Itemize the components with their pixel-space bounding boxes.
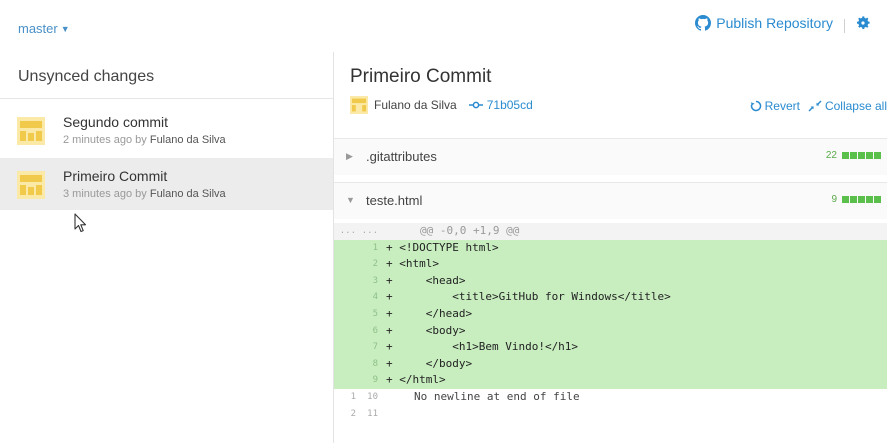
branch-selector[interactable]: master ▼	[18, 21, 70, 36]
revert-label: Revert	[764, 99, 800, 113]
branch-name: master	[18, 21, 58, 36]
mouse-cursor-icon	[74, 213, 87, 233]
revert-icon	[750, 100, 761, 112]
commit-title: Primeiro Commit	[63, 168, 168, 184]
chevron-down-icon: ▼	[346, 195, 355, 205]
change-bars	[841, 152, 881, 159]
diff-hunk-header: ...... @@ -0,0 +1,9 @@	[334, 223, 887, 240]
avatar-icon	[17, 171, 45, 199]
commit-author-line: Fulano da Silva 71b05cd	[350, 96, 533, 114]
toolbar-divider	[844, 19, 845, 33]
diff-line: 5 + </head>	[334, 305, 887, 323]
diff-line: 7 + <h1>Bem Vindo!</h1>	[334, 339, 887, 356]
chevron-down-icon: ▼	[60, 24, 70, 34]
commit-item-segundo[interactable]: Segundo commit 2 minutes ago by Fulano d…	[0, 104, 333, 156]
unsynced-heading: Unsynced changes	[18, 68, 155, 85]
divider	[0, 98, 333, 99]
commit-time: 3 minutes ago by	[63, 188, 150, 200]
collapse-all-button[interactable]: Collapse all	[808, 99, 887, 113]
chevron-right-icon: ▶	[346, 151, 353, 161]
github-icon	[695, 15, 712, 31]
file-name: teste.html	[366, 193, 423, 208]
revert-button[interactable]: Revert	[750, 99, 800, 113]
diff-line: 4 + <title>GitHub for Windows</title>	[334, 289, 887, 306]
commit-detail-author: Fulano da Silva	[374, 98, 457, 112]
file-change-count: 22	[825, 150, 837, 161]
commit-meta: 2 minutes ago by Fulano da Silva	[63, 134, 226, 146]
diff-line: 3 + <head>	[334, 272, 887, 290]
change-bars	[841, 196, 881, 203]
history-pane: Unsynced changes Segundo commit 2 minute…	[0, 52, 334, 443]
file-change-count: 9	[831, 194, 837, 205]
commit-sha: 71b05cd	[486, 98, 533, 112]
commit-detail-title: Primeiro Commit	[350, 66, 492, 87]
file-row-teste-html[interactable]: ▼ teste.html 9	[334, 182, 887, 219]
commit-title: Segundo commit	[63, 114, 169, 130]
commit-author: Fulano da Silva	[149, 134, 226, 146]
commit-detail-pane: Primeiro Commit Fulano da Silva 71b05cd …	[334, 52, 887, 443]
diff-line: 8 + </body>	[334, 355, 887, 373]
publish-repository-button[interactable]: Publish Repository	[695, 15, 833, 31]
commit-meta: 3 minutes ago by Fulano da Silva	[63, 188, 226, 200]
collapse-icon	[808, 100, 822, 112]
avatar-icon	[350, 96, 368, 114]
diff-context-line: 2 11	[334, 405, 887, 423]
commit-author: Fulano da Silva	[149, 188, 226, 200]
file-name: .gitattributes	[366, 149, 437, 164]
commit-icon	[468, 101, 483, 109]
diff-line: 6 + <body>	[334, 322, 887, 340]
commit-actions: Revert Collapse all	[742, 99, 887, 113]
diff-line: 2 + <html>	[334, 256, 887, 273]
avatar-icon	[17, 117, 45, 145]
publish-label: Publish Repository	[716, 15, 833, 31]
diff-line: 1 + <!DOCTYPE html>	[334, 239, 887, 257]
commit-sha-link[interactable]: 71b05cd	[468, 98, 533, 112]
top-bar: master ▼ Publish Repository	[0, 0, 887, 52]
settings-button[interactable]	[855, 15, 871, 36]
diff-line: 9 + </html>	[334, 372, 887, 389]
gear-icon	[857, 16, 870, 29]
diff-context-line: 1 10 No newline at end of file	[334, 388, 887, 406]
collapse-label: Collapse all	[824, 99, 887, 113]
file-row-gitattributes[interactable]: ▶ .gitattributes 22	[334, 138, 887, 175]
commit-time: 2 minutes ago by	[63, 134, 150, 146]
commit-item-primeiro[interactable]: Primeiro Commit 3 minutes ago by Fulano …	[0, 158, 333, 210]
diff-view: ...... @@ -0,0 +1,9 @@ 1 + <!DOCTYPE html>…	[334, 223, 887, 423]
